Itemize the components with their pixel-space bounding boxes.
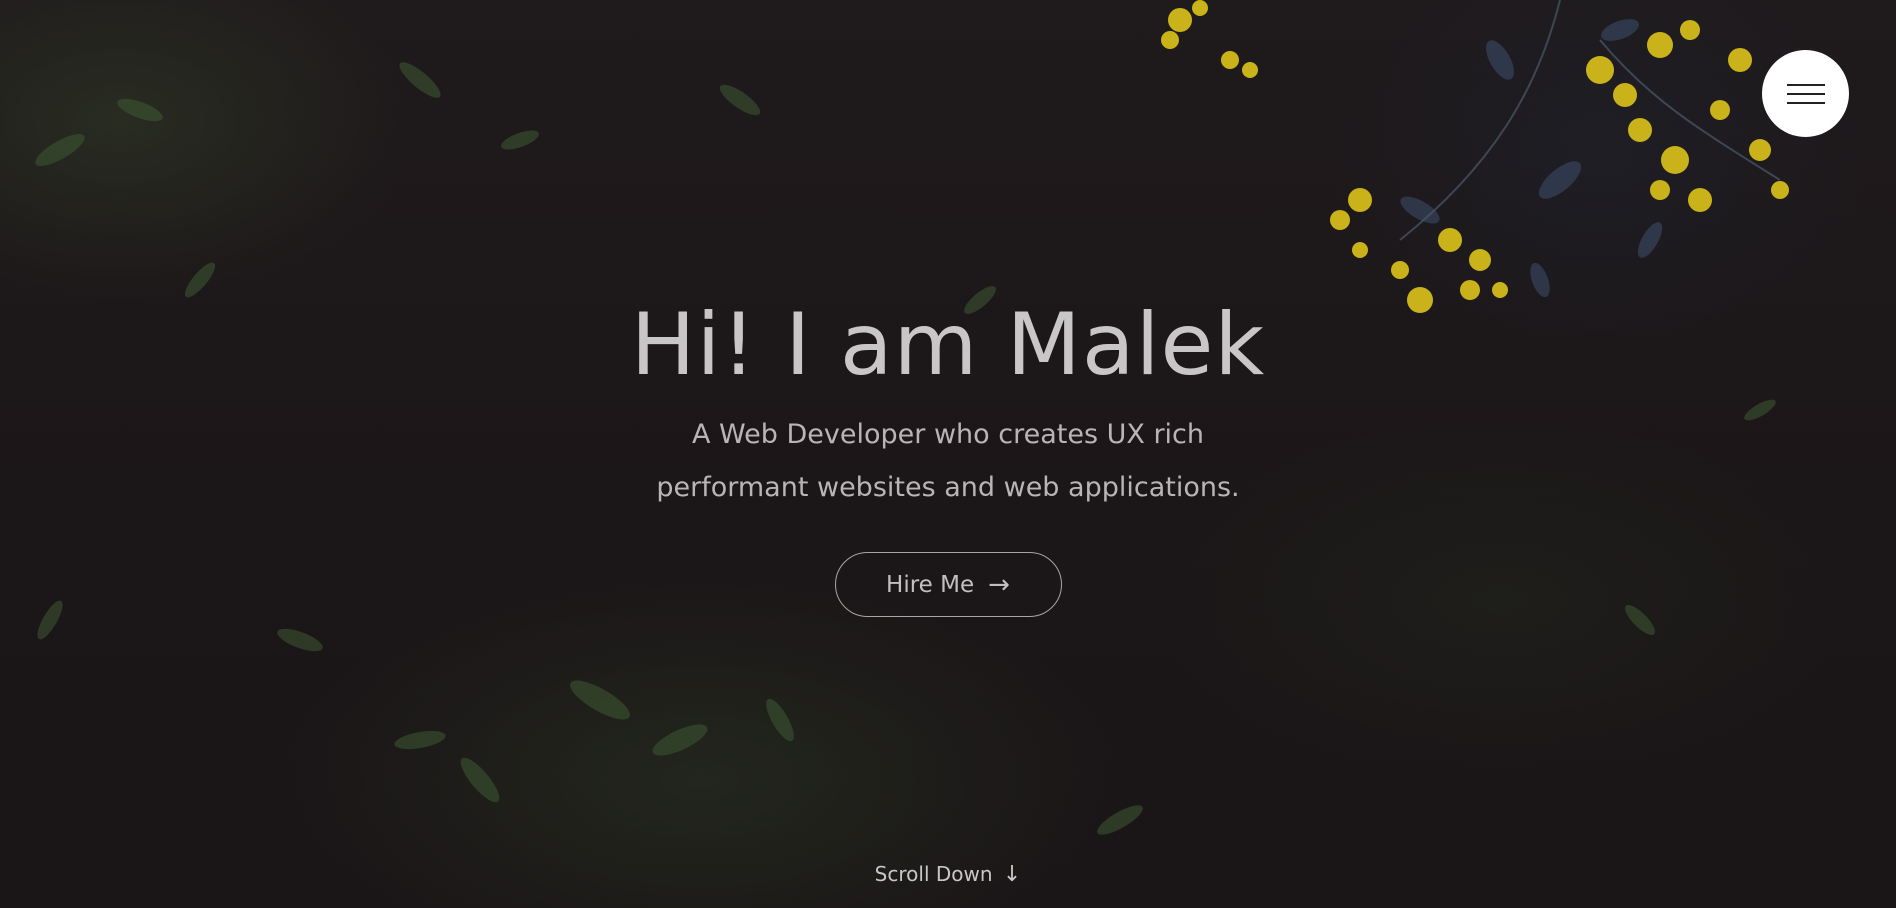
- arrow-down-icon: ↓: [1002, 862, 1022, 887]
- scroll-down-label: Scroll Down: [874, 862, 993, 886]
- arrow-right-icon: →: [988, 569, 1010, 600]
- scroll-down-link[interactable]: Scroll Down ↓: [0, 862, 1896, 887]
- hero-section: Hi! I am Malek A Web Developer who creat…: [0, 0, 1896, 908]
- hamburger-icon: [1786, 83, 1825, 104]
- hero-content: Hi! I am Malek A Web Developer who creat…: [0, 290, 1896, 617]
- menu-button[interactable]: [1762, 50, 1849, 137]
- hero-title: Hi! I am Malek: [630, 295, 1266, 395]
- hire-me-button[interactable]: Hire Me →: [834, 552, 1062, 617]
- hero-subtitle: A Web Developer who creates UX rich perf…: [656, 419, 1240, 503]
- hire-me-label: Hire Me: [886, 571, 975, 598]
